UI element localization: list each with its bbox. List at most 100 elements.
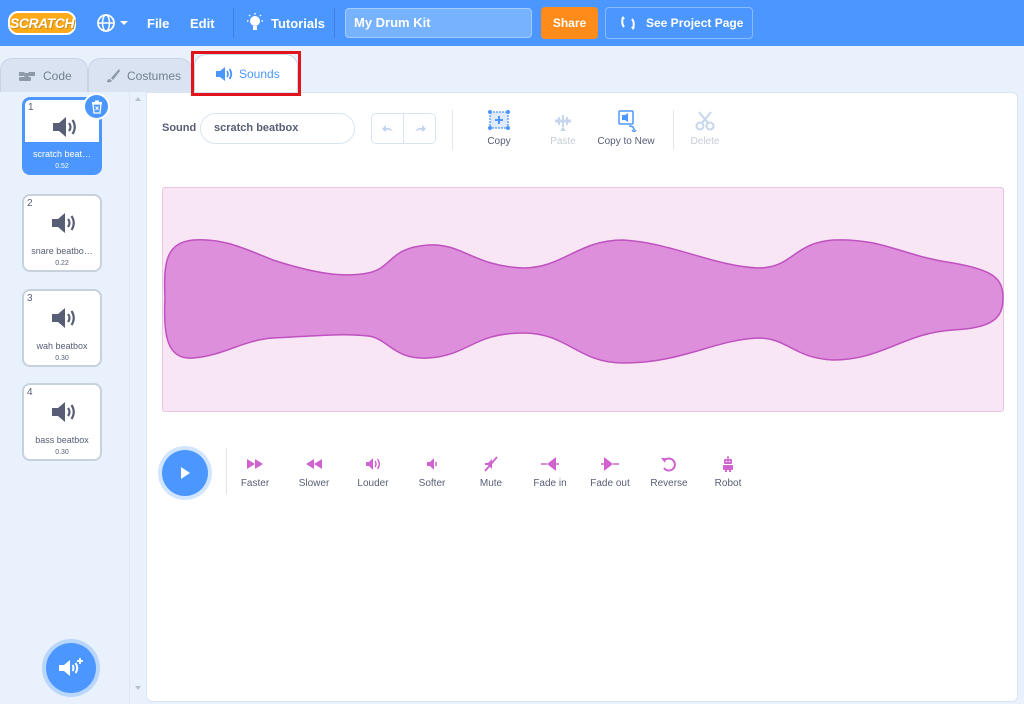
paste-label: Paste	[550, 136, 576, 147]
fade-out-button[interactable]: Fade out	[582, 456, 638, 489]
sound-duration: 0.30	[55, 449, 69, 456]
play-button[interactable]	[162, 450, 208, 496]
fade-out-icon	[601, 457, 619, 471]
waveform-view[interactable]	[162, 187, 1004, 412]
file-menu[interactable]: File	[147, 0, 169, 46]
tab-code[interactable]: Code	[0, 58, 88, 92]
tutorials-menu[interactable]: Tutorials	[246, 0, 325, 46]
volume-down-icon	[427, 458, 437, 470]
sound-item[interactable]: 3 wah beatbox 0.30	[22, 289, 102, 367]
softer-label: Softer	[418, 478, 446, 489]
sound-duration: 0.52	[55, 163, 69, 170]
lightbulb-icon	[247, 13, 263, 30]
redo-button[interactable]	[403, 114, 435, 143]
slower-label: Slower	[298, 478, 330, 489]
scratch-logo[interactable]: SCRATCH	[8, 11, 76, 35]
sound-name: scratch beat…	[32, 149, 92, 159]
softer-button[interactable]: Softer	[404, 456, 460, 489]
fade-in-button[interactable]: Fade in	[522, 456, 578, 489]
slower-button[interactable]: Slower	[286, 456, 342, 489]
menu-divider	[334, 8, 335, 38]
project-title-input[interactable]: My Drum Kit	[345, 8, 532, 38]
toolbar-divider	[452, 110, 453, 150]
copy-icon	[488, 110, 510, 130]
remix-arrows-icon	[621, 16, 635, 30]
robot-icon	[723, 456, 733, 472]
mute-label: Mute	[479, 478, 503, 489]
waveform-shape	[163, 239, 1004, 364]
globe-icon	[97, 14, 115, 32]
fast-forward-icon	[247, 459, 263, 469]
faster-button[interactable]: Faster	[227, 456, 283, 489]
menu-divider	[233, 8, 234, 38]
sound-item[interactable]: 4 bass beatbox 0.30	[22, 383, 102, 461]
copy-to-new-button[interactable]: Copy to New	[594, 110, 658, 147]
copy-button[interactable]: Copy	[467, 110, 531, 147]
sound-list-scrollbar[interactable]	[129, 92, 145, 704]
speaker-icon	[53, 117, 76, 137]
scroll-up-arrow-icon	[135, 97, 141, 101]
scissors-icon	[695, 111, 715, 131]
speaker-icon	[52, 402, 75, 422]
tab-sounds[interactable]: Sounds	[194, 54, 298, 92]
tab-costumes[interactable]: Costumes	[88, 58, 192, 92]
louder-button[interactable]: Louder	[345, 456, 401, 489]
reverse-button[interactable]: Reverse	[641, 456, 697, 489]
louder-label: Louder	[357, 478, 389, 489]
add-sound-icon	[59, 658, 83, 676]
robot-label: Robot	[714, 478, 742, 489]
faster-label: Faster	[240, 478, 270, 489]
delete-sound-button[interactable]	[83, 93, 110, 120]
volume-up-icon	[366, 458, 380, 470]
sound-name-input[interactable]: scratch beatbox	[200, 113, 355, 144]
sound-number: 2	[27, 198, 33, 209]
sound-duration: 0.22	[55, 260, 69, 267]
fade-in-label: Fade in	[533, 478, 567, 489]
sound-number: 3	[27, 293, 33, 304]
trash-icon	[91, 100, 102, 114]
paintbrush-icon	[107, 68, 120, 82]
undo-button[interactable]	[372, 114, 403, 143]
choose-sound-button[interactable]	[46, 643, 96, 693]
paste-button[interactable]: Paste	[531, 110, 595, 147]
delete-button[interactable]: Delete	[673, 110, 737, 147]
copy-to-new-label: Copy to New	[597, 136, 655, 147]
language-menu[interactable]	[96, 0, 129, 46]
sound-item[interactable]: 2 snare beatbo… 0.22	[22, 194, 102, 272]
sound-number: 1	[28, 102, 34, 113]
scroll-down-arrow-icon	[135, 686, 141, 690]
copy-to-new-icon	[618, 110, 637, 132]
robot-button[interactable]: Robot	[700, 456, 756, 489]
sound-name: wah beatbox	[36, 341, 88, 351]
rewind-icon	[306, 459, 322, 469]
caret-down-icon	[120, 21, 128, 25]
tab-code-label: Code	[43, 68, 72, 83]
paste-icon	[555, 115, 571, 131]
code-blocks-icon	[19, 71, 35, 81]
redo-icon	[414, 124, 426, 132]
sound-duration: 0.30	[55, 355, 69, 362]
speaker-icon	[52, 308, 75, 328]
menu-bar: SCRATCH File Edit Tutorials My Drum Kit …	[0, 0, 1024, 46]
sound-name: bass beatbox	[35, 435, 89, 445]
share-button[interactable]: Share	[541, 7, 598, 39]
mute-icon	[484, 456, 498, 472]
sound-name: snare beatbo…	[31, 246, 93, 256]
sound-number: 4	[27, 387, 33, 398]
edit-menu[interactable]: Edit	[190, 0, 215, 46]
see-project-page-button[interactable]: See Project Page	[605, 7, 753, 39]
play-icon	[181, 467, 190, 479]
fade-in-icon	[541, 457, 559, 471]
undo-redo-group	[371, 113, 436, 144]
mute-button[interactable]: Mute	[463, 456, 519, 489]
tab-sounds-label: Sounds	[239, 66, 280, 81]
delete-label: Delete	[690, 136, 720, 147]
reverse-label: Reverse	[650, 478, 688, 489]
copy-label: Copy	[487, 136, 511, 147]
reverse-icon	[661, 457, 676, 472]
tab-costumes-label: Costumes	[127, 68, 182, 83]
fade-out-label: Fade out	[590, 478, 630, 489]
sound-name-label: Sound	[162, 122, 197, 134]
undo-icon	[381, 124, 393, 132]
tutorials-label: Tutorials	[271, 15, 325, 31]
